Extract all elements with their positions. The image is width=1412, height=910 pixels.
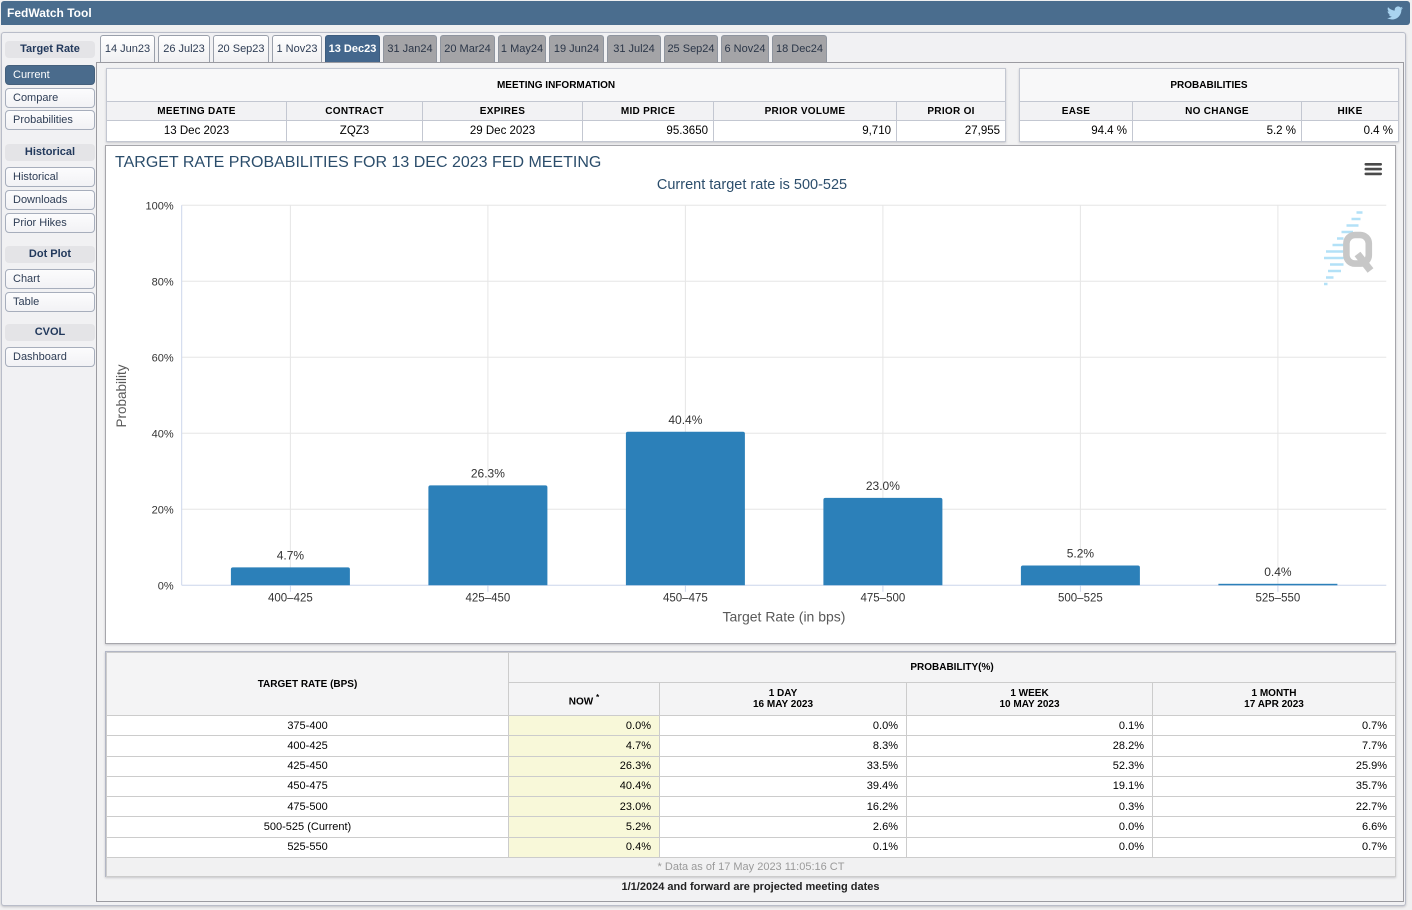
svg-text:0.4%: 0.4% (1264, 565, 1292, 579)
svg-text:Probability: Probability (114, 364, 129, 427)
svg-text:40%: 40% (152, 428, 174, 440)
svg-text:60%: 60% (152, 352, 174, 364)
svg-text:Current target rate is 500-525: Current target rate is 500-525 (657, 177, 847, 193)
svg-text:40.4%: 40.4% (668, 413, 702, 427)
svg-text:475–500: 475–500 (861, 593, 906, 605)
svg-text:450–475: 450–475 (663, 593, 708, 605)
svg-text:100%: 100% (146, 200, 174, 212)
svg-text:4.7%: 4.7% (277, 548, 305, 562)
svg-text:0%: 0% (158, 580, 174, 592)
svg-text:525–550: 525–550 (1256, 593, 1301, 605)
svg-text:TARGET RATE PROBABILITIES FOR: TARGET RATE PROBABILITIES FOR 13 DEC 202… (115, 154, 601, 171)
svg-text:425–450: 425–450 (466, 593, 511, 605)
svg-text:20%: 20% (152, 504, 174, 516)
svg-text:500–525: 500–525 (1058, 593, 1103, 605)
svg-text:400–425: 400–425 (268, 593, 313, 605)
svg-text:80%: 80% (152, 276, 174, 288)
svg-text:23.0%: 23.0% (866, 479, 900, 493)
svg-text:5.2%: 5.2% (1067, 547, 1095, 561)
svg-text:26.3%: 26.3% (471, 466, 505, 480)
svg-text:Target Rate (in bps): Target Rate (in bps) (723, 609, 846, 625)
